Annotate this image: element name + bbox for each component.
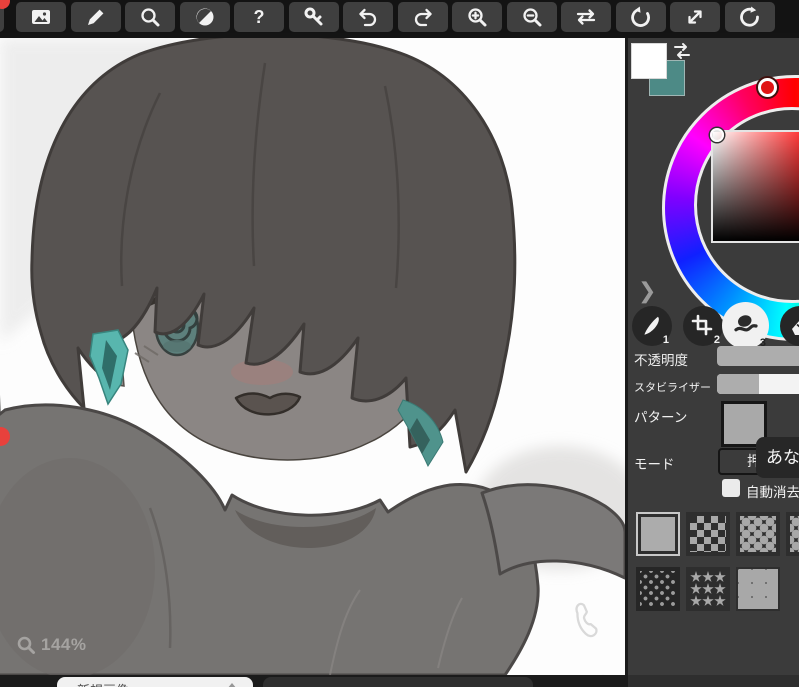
pattern-swatch-stars[interactable] bbox=[686, 567, 730, 611]
collapse-panel-chevron[interactable]: ❯ bbox=[638, 278, 656, 304]
rotate-ccw-icon bbox=[630, 6, 650, 27]
key-icon bbox=[304, 7, 322, 26]
canvas-artwork bbox=[0, 38, 625, 675]
tab-bar-panel-part bbox=[628, 675, 799, 687]
pattern-swatch-checker[interactable] bbox=[686, 512, 730, 556]
key-button[interactable] bbox=[288, 2, 339, 32]
eraser-icon bbox=[792, 321, 799, 335]
rotate-cw-button[interactable] bbox=[724, 2, 775, 32]
paint-icon bbox=[733, 314, 758, 332]
saturation-value-cursor[interactable] bbox=[710, 128, 724, 142]
mode-label: モード bbox=[634, 457, 675, 472]
auto-erase-checkbox[interactable] bbox=[722, 479, 740, 497]
zoom-in-button[interactable] bbox=[452, 2, 502, 32]
right-panel: ❯ 1 2 3 不透明度 スタビライザー パターン モード 押 あな 自動消去 bbox=[628, 38, 799, 675]
undo-button[interactable] bbox=[343, 2, 393, 32]
image-icon bbox=[32, 10, 50, 24]
canvas-tab-label: 新規画像 bbox=[77, 680, 129, 687]
redo-icon bbox=[414, 8, 432, 27]
tab-bar: 新規画像 bbox=[0, 675, 799, 687]
opacity-label: 不透明度 bbox=[634, 353, 688, 368]
notification-dot bbox=[0, 0, 10, 9]
pattern-swatch-blobs[interactable] bbox=[736, 567, 780, 611]
undo-icon bbox=[359, 8, 377, 27]
zoom-magnifier-icon bbox=[17, 636, 35, 654]
pattern-label: パターン bbox=[634, 410, 688, 425]
pencil-icon bbox=[87, 9, 103, 25]
zoom-out-button[interactable] bbox=[506, 2, 557, 32]
canvas-tab-inactive[interactable] bbox=[263, 677, 533, 687]
chat-popup-text: あな bbox=[766, 448, 799, 467]
svg-text:?: ? bbox=[254, 7, 265, 27]
pattern-swatch-dots-clipped[interactable] bbox=[786, 512, 799, 556]
saturation-value-square[interactable] bbox=[710, 128, 799, 243]
foreground-color-swatch[interactable] bbox=[631, 43, 667, 79]
tool-badge: 1 bbox=[662, 334, 669, 346]
help-icon: ? bbox=[254, 7, 265, 27]
expand-button[interactable] bbox=[670, 2, 720, 32]
tab-caret-icon[interactable] bbox=[227, 683, 237, 687]
opacity-slider[interactable] bbox=[717, 346, 799, 366]
rotate-cw-icon bbox=[739, 6, 759, 27]
zoom-out-icon bbox=[522, 8, 541, 27]
pattern-swatch-solid[interactable] bbox=[636, 512, 680, 556]
hue-cursor[interactable] bbox=[758, 78, 777, 97]
stabilizer-label: スタビライザー bbox=[634, 382, 711, 394]
search-button[interactable] bbox=[125, 2, 175, 32]
rotate-ccw-button[interactable] bbox=[615, 2, 666, 32]
help-button[interactable]: ? bbox=[234, 2, 284, 32]
pencil-button[interactable] bbox=[70, 2, 121, 32]
tool-paint-selected[interactable]: 3 bbox=[722, 302, 769, 349]
tool-brush[interactable]: 1 bbox=[632, 306, 672, 346]
swap-colors-icon[interactable] bbox=[672, 41, 692, 61]
stabilizer-slider[interactable] bbox=[717, 374, 799, 394]
tool-badge: 2 bbox=[713, 334, 720, 346]
redo-button[interactable] bbox=[397, 2, 448, 32]
swap-horizontal-icon bbox=[576, 9, 596, 25]
contrast-icon bbox=[196, 8, 213, 26]
pattern-swatch-sparse-dots[interactable] bbox=[636, 567, 680, 611]
zoom-in-icon bbox=[468, 8, 487, 27]
zoom-indicator: 144% bbox=[16, 635, 86, 655]
auto-erase-label: 自動消去 bbox=[746, 485, 799, 500]
expand-icon bbox=[688, 10, 702, 24]
pattern-swatch-dots[interactable] bbox=[736, 512, 780, 556]
search-icon bbox=[141, 8, 160, 27]
canvas-viewport[interactable]: 144% bbox=[0, 38, 625, 675]
crop-icon bbox=[691, 314, 713, 336]
tool-crop[interactable]: 2 bbox=[683, 306, 723, 346]
swap-button[interactable] bbox=[561, 2, 611, 32]
chat-popup: あな bbox=[756, 437, 799, 478]
toolbar: ? bbox=[0, 0, 799, 33]
canvas-tab-active[interactable]: 新規画像 bbox=[57, 677, 253, 687]
image-button[interactable] bbox=[16, 2, 66, 32]
brush-icon bbox=[644, 316, 659, 335]
zoom-level-value: 144% bbox=[41, 635, 87, 654]
contrast-button[interactable] bbox=[179, 2, 230, 32]
